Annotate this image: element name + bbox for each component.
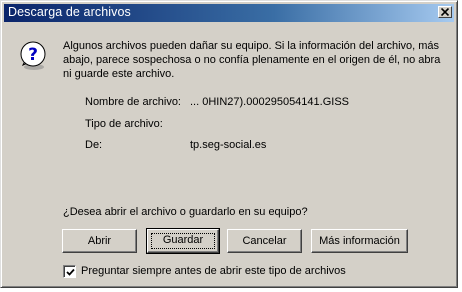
- close-button[interactable]: [438, 6, 452, 18]
- file-name-value: ... 0HIN27).000295054141.GISS: [190, 96, 349, 108]
- focus-rectangle: [151, 233, 215, 249]
- cancel-button[interactable]: Cancelar: [227, 229, 302, 253]
- file-type-label: Tipo de archivo:: [85, 118, 163, 130]
- more-info-button[interactable]: Más información: [311, 229, 408, 253]
- open-button[interactable]: Abrir: [62, 229, 137, 253]
- source-label: De:: [85, 139, 103, 151]
- warning-message: Algunos archivos pueden dañar su equipo.…: [63, 40, 441, 80]
- question-icon: ?: [20, 41, 46, 70]
- save-button[interactable]: Guardar: [146, 228, 220, 254]
- source-value: tp.seg-social.es: [190, 139, 267, 151]
- svg-text:?: ?: [28, 45, 38, 65]
- checkmark-icon: [66, 268, 75, 276]
- always-ask-checkbox[interactable]: [63, 265, 76, 278]
- open-or-save-prompt: ¿Desea abrir el archivo o guardarlo en s…: [63, 206, 308, 218]
- always-ask-label[interactable]: Preguntar siempre antes de abrir este ti…: [81, 265, 346, 277]
- title-bar[interactable]: Descarga de archivos: [4, 4, 454, 22]
- close-icon: [441, 8, 450, 16]
- file-name-label: Nombre de archivo:: [85, 96, 181, 108]
- file-download-dialog: Descarga de archivos ? Algunos archivos …: [0, 0, 458, 288]
- window-title: Descarga de archivos: [8, 5, 131, 19]
